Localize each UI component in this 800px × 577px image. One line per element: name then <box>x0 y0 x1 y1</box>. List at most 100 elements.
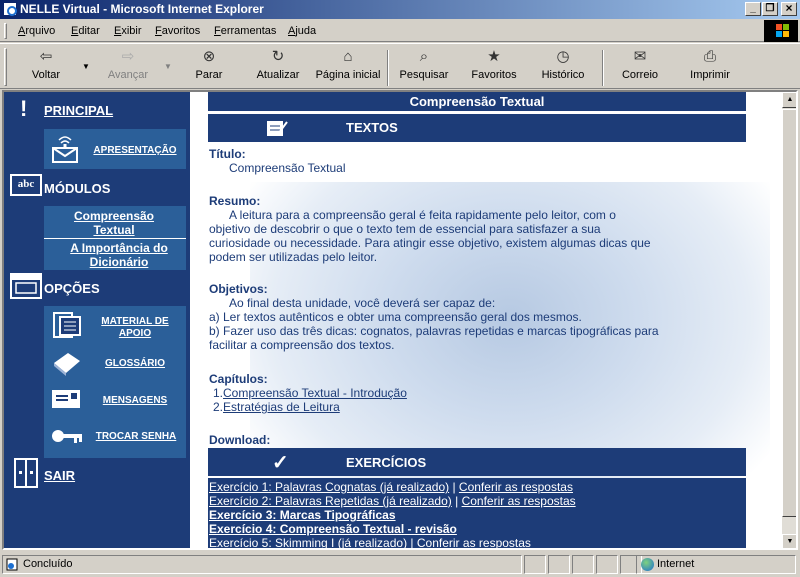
module-compreensao-link[interactable]: Compreensão Textual <box>54 209 174 237</box>
internet-globe-icon <box>641 558 654 571</box>
menu-arquivo[interactable]: Arquivo <box>18 25 55 37</box>
exercise-row: Exercício 1: Palavras Cognatas (já reali… <box>209 480 573 494</box>
sidebar-modulos-heading: MÓDULOS <box>44 181 111 196</box>
messages-envelope-icon <box>50 386 84 412</box>
menu-ajuda[interactable]: Ajuda <box>288 25 316 37</box>
chapter-link-1[interactable]: Compreensão Textual - Introdução <box>223 386 407 400</box>
menu-ferramentas[interactable]: Ferramentas <box>214 25 276 37</box>
home-icon: ⌂ <box>343 48 353 65</box>
sidebar-principal-link[interactable]: PRINCIPAL <box>44 103 113 118</box>
forward-dropdown-icon[interactable]: ▼ <box>164 62 172 71</box>
chapter-link-2[interactable]: Estratégias de Leitura <box>223 400 340 414</box>
favorites-button[interactable]: ★ Favoritos <box>468 48 520 88</box>
sidebar-trocar-senha-link[interactable]: TROCAR SENHA <box>90 431 182 443</box>
exercise-5-answers-link[interactable]: Conferir as respostas <box>417 536 531 548</box>
scroll-down-icon[interactable]: ▼ <box>782 534 796 548</box>
objetivos-line: a) Ler textos autênticos e obter uma com… <box>209 310 582 324</box>
home-button[interactable]: ⌂ Página inicial <box>314 48 382 88</box>
modulos-divider <box>44 238 186 239</box>
sidebar-material-link[interactable]: MATERIAL DE APOIO <box>92 316 178 340</box>
sidebar: ! PRINCIPAL APRESENTAÇÃO abc MÓDULOS Com… <box>4 92 190 548</box>
vertical-scrollbar[interactable]: ▲ ▼ <box>782 92 796 548</box>
checkmark-icon: ✓ <box>272 452 289 474</box>
refresh-icon: ↻ <box>271 48 285 65</box>
menu-editar[interactable]: Editar <box>71 25 100 37</box>
scrollbar-thumb[interactable] <box>782 109 796 517</box>
status-cell <box>596 555 618 574</box>
exercise-5-link[interactable]: Exercício 5: Skimming I (já realizado) <box>209 536 407 548</box>
sidebar-mensagens-link[interactable]: MENSAGENS <box>92 395 178 407</box>
refresh-button[interactable]: ↻ Atualizar <box>254 48 302 88</box>
exercise-row: Exercício 2: Palavras Repetidas (já real… <box>209 494 576 508</box>
chapter-item: 1.Compreensão Textual - Introdução <box>213 386 407 400</box>
exercise-3-link[interactable]: Exercício 3: Marcas Tipográficas <box>209 508 396 522</box>
resumo-line: objetivo de descobrir o que o texto tem … <box>209 222 601 236</box>
favorites-icon: ★ <box>487 48 501 65</box>
exercise-1-link[interactable]: Exercício 1: Palavras Cognatas (já reali… <box>209 480 449 494</box>
menu-grip <box>4 23 7 39</box>
menu-bar: Arquivo Editar Exibir Favoritos Ferramen… <box>0 20 800 42</box>
titulo-label: Título: <box>209 147 246 161</box>
forward-button[interactable]: ⇨ Avançar <box>102 48 154 88</box>
status-bar: Concluído Internet <box>0 553 800 576</box>
status-text: Concluído <box>23 558 73 570</box>
download-label: Download: <box>209 433 271 447</box>
toolbar-separator <box>387 50 389 86</box>
search-icon: ⌕ <box>419 48 429 65</box>
resumo-label: Resumo: <box>209 194 261 208</box>
status-cell <box>548 555 570 574</box>
exercise-row: Exercício 3: Marcas Tipográficas <box>209 508 396 522</box>
mail-icon: ✉ <box>633 48 647 65</box>
exit-door-icon <box>14 458 38 488</box>
objetivos-label: Objetivos: <box>209 282 268 296</box>
print-button[interactable]: ⎙ Imprimir <box>686 48 734 88</box>
textos-bar: TEXTOS <box>208 114 746 142</box>
toolbar-grip <box>4 48 7 86</box>
forward-arrow-icon: ⇨ <box>121 48 135 65</box>
resumo-line: A leitura para a compreensão geral é fei… <box>229 208 616 222</box>
mail-button[interactable]: ✉ Correio <box>616 48 664 88</box>
sidebar-glossario-link[interactable]: GLOSSÁRIO <box>92 358 178 370</box>
toolbar-separator <box>602 50 604 86</box>
textos-title: TEXTOS <box>346 120 398 135</box>
window-options-icon <box>10 273 42 299</box>
menu-exibir[interactable]: Exibir <box>114 25 142 37</box>
history-button[interactable]: ◷ Histórico <box>538 48 588 88</box>
close-button[interactable]: × <box>781 2 797 16</box>
page-viewport: ! PRINCIPAL APRESENTAÇÃO abc MÓDULOS Com… <box>2 90 798 550</box>
page-done-icon <box>6 558 19 571</box>
exercicios-title: EXERCÍCIOS <box>346 455 427 470</box>
status-cell <box>524 555 546 574</box>
back-dropdown-icon[interactable]: ▼ <box>82 62 90 71</box>
exercise-2-answers-link[interactable]: Conferir as respostas <box>462 494 576 508</box>
exercise-4-link[interactable]: Exercício 4: Compreensão Textual - revis… <box>209 522 457 536</box>
back-button[interactable]: ⇦ Voltar <box>22 48 70 88</box>
browser-window: NELLE Virtual - Microsoft Internet Explo… <box>0 0 800 576</box>
abc-icon: abc <box>10 174 42 196</box>
objetivos-line: b) Fazer uso das três dicas: cognatos, p… <box>209 324 659 338</box>
menu-favoritos[interactable]: Favoritos <box>155 25 200 37</box>
zone-cell: Internet <box>636 555 796 574</box>
module-dicionario-link[interactable]: A Importância do Dicionário <box>52 241 186 269</box>
glossary-book-icon <box>50 349 84 377</box>
objetivos-line: Ao final desta unidade, você deverá ser … <box>229 296 496 310</box>
exercise-2-link[interactable]: Exercício 2: Palavras Repetidas (já real… <box>209 494 452 508</box>
history-icon: ◷ <box>556 48 570 65</box>
title-bar: NELLE Virtual - Microsoft Internet Explo… <box>0 0 800 19</box>
sidebar-sair-link[interactable]: SAIR <box>44 468 75 483</box>
maximize-button[interactable]: ❐ <box>762 2 778 16</box>
key-icon <box>50 424 84 448</box>
window-title: NELLE Virtual - Microsoft Internet Explo… <box>20 2 264 16</box>
minimize-button[interactable]: _ <box>745 2 761 16</box>
back-arrow-icon: ⇦ <box>39 48 53 65</box>
exercicios-bar: ✓ EXERCÍCIOS <box>208 448 746 476</box>
sidebar-opcoes-heading: OPÇÕES <box>44 281 100 296</box>
exercise-1-answers-link[interactable]: Conferir as respostas <box>459 480 573 494</box>
document-pen-icon <box>266 118 288 138</box>
main-content: Compreensão Textual TEXTOS Título: Compr… <box>190 92 782 550</box>
exercise-row: Exercício 5: Skimming I (já realizado) |… <box>209 536 531 550</box>
stop-button[interactable]: ⊗ Parar <box>186 48 232 88</box>
search-button[interactable]: ⌕ Pesquisar <box>398 48 450 88</box>
scroll-up-icon[interactable]: ▲ <box>782 92 796 108</box>
sidebar-apresentacao-link[interactable]: APRESENTAÇÃO <box>90 145 180 157</box>
